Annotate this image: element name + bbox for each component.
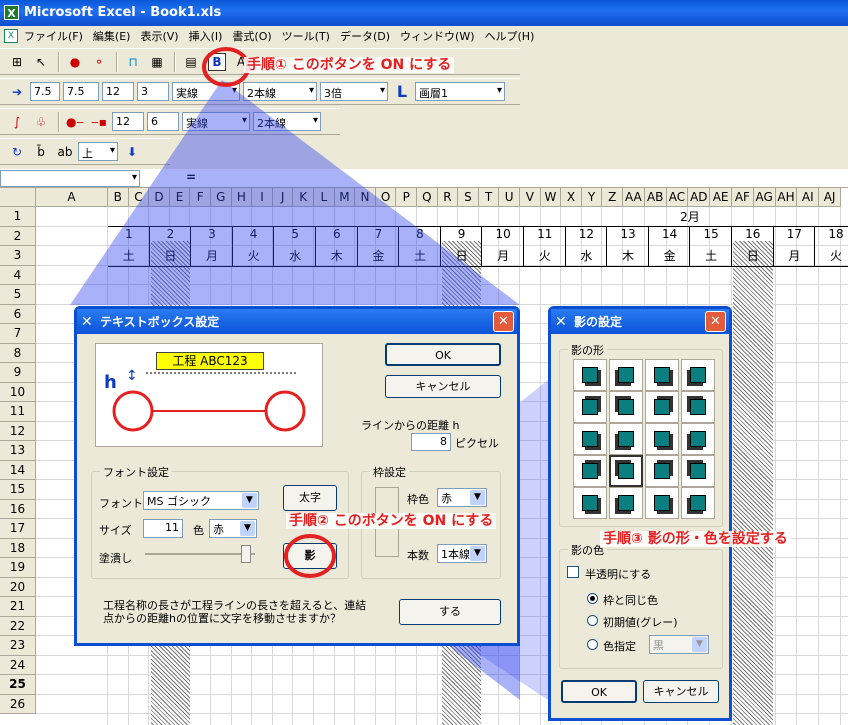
step1-annotation: 手順① このボタンを ON にする — [244, 54, 455, 74]
red-circle-overlay — [202, 47, 336, 578]
step3-annotation: 手順③ 影の形・色を設定する — [600, 528, 791, 548]
step2-annotation: 手順② このボタンを ON にする — [286, 510, 497, 530]
